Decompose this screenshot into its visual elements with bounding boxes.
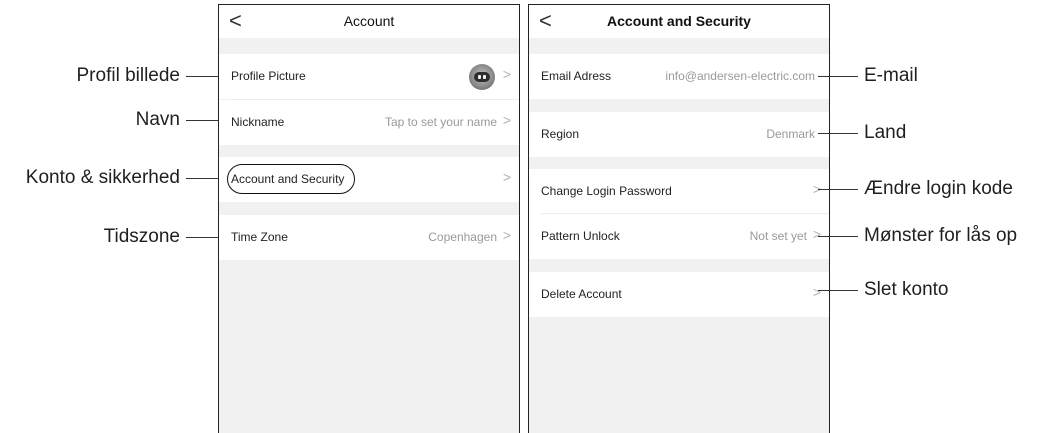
annotation-line — [818, 290, 858, 291]
row-email[interactable]: Email Adress info@andersen-electric.com — [529, 54, 829, 99]
annotation-line — [818, 236, 858, 237]
row-value: Denmark — [766, 127, 815, 141]
annotation-delete-account: Slet konto — [864, 279, 949, 300]
annotation-profile-picture: Profil billede — [76, 65, 181, 86]
row-label: Email Adress — [541, 69, 612, 83]
annotation-nickname: Navn — [135, 109, 180, 130]
page-title: Account and Security — [607, 13, 751, 29]
row-label: Time Zone — [231, 230, 288, 244]
row-value: Copenhagen — [428, 230, 497, 244]
annotation-line — [818, 189, 858, 190]
row-region[interactable]: Region Denmark — [529, 112, 829, 157]
header-bar: < Account — [219, 5, 519, 38]
row-label: Nickname — [231, 115, 285, 129]
row-nickname[interactable]: Nickname Tap to set your name > — [219, 100, 519, 145]
row-label: Delete Account — [541, 287, 622, 301]
chevron-right-icon: > — [502, 112, 511, 128]
account-screen: < Account Profile Picture > Nickname Tap… — [218, 4, 520, 433]
row-label: Change Login Password — [541, 184, 672, 198]
row-account-security[interactable]: Account and Security > — [219, 157, 519, 202]
annotation-line — [818, 76, 858, 77]
row-change-password[interactable]: Change Login Password > — [529, 169, 829, 214]
robot-eye-icon — [478, 75, 481, 79]
row-delete-account[interactable]: Delete Account > — [529, 272, 829, 317]
chevron-right-icon: > — [812, 226, 821, 242]
row-label: Region — [541, 127, 580, 141]
row-value: info@andersen-electric.com — [665, 69, 815, 83]
annotation-change-password: Ændre login kode — [864, 178, 1013, 199]
chevron-right-icon: > — [502, 227, 511, 243]
chevron-right-icon: > — [502, 66, 511, 82]
row-value: Not set yet — [749, 229, 807, 243]
robot-face-icon — [474, 72, 490, 82]
row-label: Pattern Unlock — [541, 229, 620, 243]
chevron-right-icon: > — [502, 169, 511, 185]
robot-eye-icon — [483, 75, 486, 79]
annotation-time-zone: Tidszone — [103, 226, 180, 247]
row-time-zone[interactable]: Time Zone Copenhagen > — [219, 215, 519, 260]
row-value: Tap to set your name — [384, 115, 497, 129]
annotation-line — [818, 133, 858, 134]
header-bar: < Account and Security — [529, 5, 829, 38]
annotation-email: E-mail — [864, 65, 918, 86]
account-security-screen: < Account and Security Email Adress info… — [528, 4, 830, 433]
page-title: Account — [343, 13, 395, 29]
annotation-region: Land — [864, 122, 907, 143]
avatar[interactable] — [469, 64, 495, 90]
row-label: Profile Picture — [231, 69, 306, 83]
row-profile-picture[interactable]: Profile Picture > — [219, 54, 519, 99]
chevron-right-icon: > — [812, 284, 821, 300]
row-pattern-unlock[interactable]: Pattern Unlock Not set yet > — [529, 214, 829, 259]
row-label: Account and Security — [231, 172, 345, 186]
annotation-pattern-unlock: Mønster for lås op — [864, 225, 1018, 246]
annotation-account-security: Konto & sikkerhed — [25, 167, 180, 188]
